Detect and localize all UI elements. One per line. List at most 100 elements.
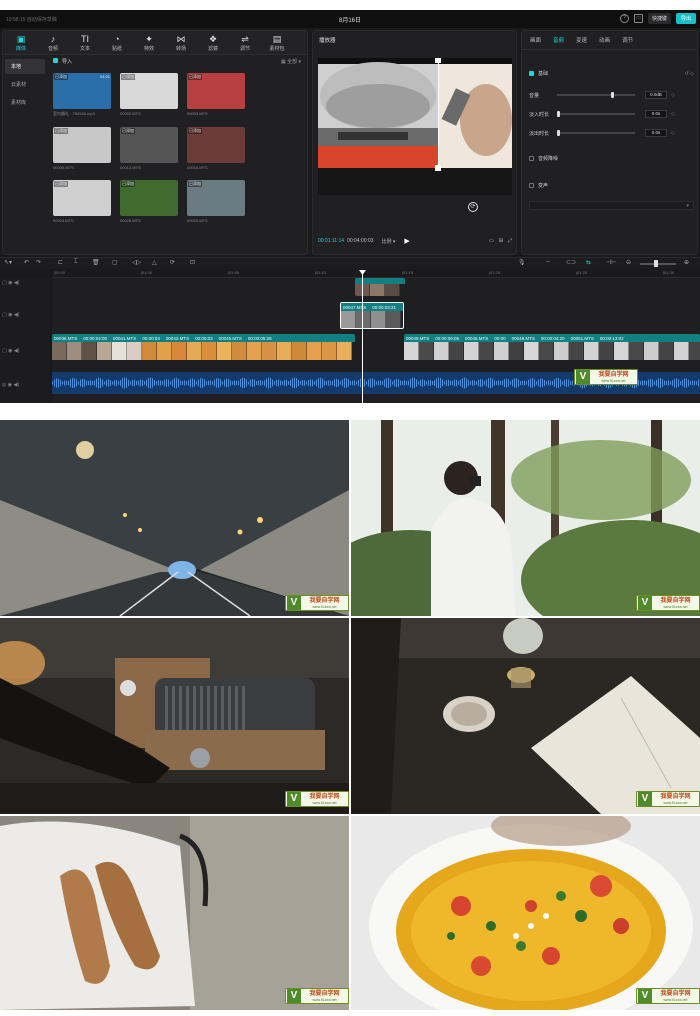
param-slider[interactable]: [557, 92, 635, 98]
toolbar-item[interactable]: ♪ 音频: [39, 33, 67, 52]
preview-video[interactable]: [318, 58, 512, 195]
media-thumbnail[interactable]: 已添加 00024.MTS: [53, 180, 115, 223]
link-icon[interactable]: ⇔: [545, 259, 551, 265]
warning-icon[interactable]: △: [152, 259, 157, 266]
inspector-tab[interactable]: 动画: [599, 36, 610, 44]
denoise-checkbox[interactable]: [529, 156, 534, 161]
inspector-tab[interactable]: 画面: [530, 36, 541, 44]
param-slider[interactable]: [557, 111, 635, 117]
layout-icon[interactable]: ▭: [633, 14, 643, 23]
inspector-tab[interactable]: 音频: [553, 36, 564, 44]
param-value[interactable]: 0.0dB: [645, 91, 667, 99]
voice-select[interactable]: ▾: [529, 201, 694, 210]
media-thumbnail[interactable]: 已添加 00029.MTS: [187, 180, 249, 223]
thumbnail-name: 00003.MTS: [187, 111, 208, 116]
denoise-row[interactable]: 音频降噪: [529, 155, 694, 162]
media-thumbnail[interactable]: 已添加 00002.MTS: [120, 73, 182, 117]
import-row[interactable]: 导入: [53, 58, 72, 65]
ratio-dropdown[interactable]: 比例 ▾: [381, 238, 395, 245]
media-thumbnail[interactable]: 已添加 00012.MTS: [120, 127, 182, 170]
export-button[interactable]: 导出: [675, 13, 696, 24]
playhead[interactable]: [362, 272, 363, 403]
toolbar-item[interactable]: ▣ 媒体: [7, 33, 35, 52]
toolbar-item[interactable]: ⇌ 调节: [231, 33, 259, 52]
keyframe-icon[interactable]: ◇: [671, 111, 675, 117]
current-time: 00:01:11:14: [318, 238, 345, 244]
sort-dropdown[interactable]: ▦ 全部 ▾: [281, 58, 301, 65]
mirror-icon[interactable]: ◁▷: [132, 259, 141, 266]
clip-label: 00048.MTS: [511, 335, 535, 341]
param-value[interactable]: 0.0s: [645, 129, 667, 137]
fullscreen-icon[interactable]: ⤢: [508, 238, 512, 244]
sidebar-item[interactable]: 本地: [5, 59, 45, 74]
split-left-icon[interactable]: ⌶: [74, 259, 78, 266]
keyframe-icon[interactable]: ◇: [671, 92, 675, 98]
denoise-label: 音频降噪: [538, 156, 559, 162]
rotate-tool-icon[interactable]: ⟳: [170, 259, 175, 266]
zoom-in-icon[interactable]: ⊕: [684, 259, 689, 266]
track-controls-audio[interactable]: ◎ ◉ ◀): [2, 382, 19, 388]
timeline-ruler[interactable]: |00:00 |01:00 |01:05 |01:10 |01:15 |01:20 |01:…: [52, 269, 700, 278]
basic-section-header[interactable]: 基础 ↺ ◇: [529, 70, 694, 77]
thumbnail-name: 00026.MTS: [120, 218, 141, 223]
param-slider[interactable]: [557, 130, 635, 136]
main-clip-right[interactable]: 00048.MTS 00:00:06:05 00046.MTS 00:00 00048.…: [404, 334, 700, 363]
track-controls-1[interactable]: ▢ ◉ ◀): [2, 280, 19, 286]
split-tool-icon[interactable]: ⊏: [58, 259, 63, 266]
media-thumbnail[interactable]: 已添加 00003.MTS: [187, 73, 249, 117]
slider-knob[interactable]: [557, 130, 560, 136]
track-controls-main[interactable]: ▢ ◉ ◀): [2, 348, 19, 354]
media-thumbnail[interactable]: 已添加 04:01 室内婚礼 - 750526.mp3: [53, 73, 115, 117]
overlay-clip-selected[interactable]: 00047.MTS 00:00:03:21: [340, 302, 404, 329]
media-thumbnail[interactable]: 已添加 00016.MTS: [187, 127, 249, 170]
snap-icon[interactable]: ⇆: [586, 259, 591, 266]
toolbar-label: 音频: [47, 46, 58, 52]
clip-label: 00036.MTS: [54, 335, 78, 341]
freeze-icon[interactable]: ▢: [112, 259, 118, 266]
zoom-knob[interactable]: [654, 260, 658, 267]
reset-icon[interactable]: ↺ ◇: [685, 71, 694, 77]
redo-icon[interactable]: ↷: [36, 259, 41, 266]
select-tool-icon[interactable]: ↖▾: [4, 259, 12, 266]
play-icon[interactable]: ▶: [404, 237, 409, 245]
keyframe-icon[interactable]: ◇: [671, 130, 675, 136]
rotate-icon[interactable]: ⟳: [468, 202, 478, 212]
zoom-out-icon[interactable]: ⊖: [626, 259, 631, 266]
sidebar-item[interactable]: 素材库: [5, 95, 45, 110]
basic-checkbox[interactable]: [529, 71, 534, 76]
quality-icon[interactable]: ▭: [489, 238, 494, 244]
toolbar-item[interactable]: ✦ 特效: [135, 33, 163, 52]
toolbar-item[interactable]: TI 文本: [71, 33, 99, 52]
toolbar-icon: ▤: [272, 34, 282, 44]
inspector-tab[interactable]: 变速: [576, 36, 587, 44]
slider-knob[interactable]: [557, 111, 560, 117]
preview-axis-icon[interactable]: ⊣⊢: [606, 259, 616, 266]
added-badge: 已添加: [188, 74, 202, 80]
undo-icon[interactable]: ↶: [24, 259, 29, 266]
sidebar-item[interactable]: 云素材: [5, 77, 45, 92]
delete-icon[interactable]: 🗑: [92, 259, 100, 266]
voice-chevron-icon: ▾: [686, 202, 689, 209]
voice-checkbox[interactable]: [529, 183, 534, 188]
slider-knob[interactable]: [611, 92, 614, 98]
player-panel: 播放器 ⟳ 00:01:11:14 00:04:00:03 比例 ▾ ▶ ▭ ⊞…: [312, 30, 517, 255]
toolbar-item[interactable]: ❖ 滤镜: [199, 33, 227, 52]
toolbar-item[interactable]: ▤ 素材包: [263, 33, 291, 52]
toolbar-item[interactable]: ◔ 贴纸: [103, 33, 131, 52]
track-controls-2[interactable]: ▢ ◉ ◀): [2, 312, 19, 318]
inspector-tab[interactable]: 调节: [622, 36, 633, 44]
media-thumbnail[interactable]: 已添加 00026.MTS: [120, 180, 182, 223]
shortcut-button[interactable]: 快捷键: [647, 13, 671, 24]
toolbar-item[interactable]: ⋈ 转场: [167, 33, 195, 52]
watermark-url: www.51zxw.net: [601, 378, 626, 383]
main-clip-left[interactable]: 00036.MTS 00:00:04:00 00041.MTS 00:00:03 000…: [52, 334, 355, 363]
param-value[interactable]: 0.0s: [645, 110, 667, 118]
split-icon[interactable]: ⊞: [499, 238, 503, 244]
crop-icon[interactable]: ⊡: [190, 259, 195, 266]
help-icon[interactable]: ?: [619, 14, 629, 23]
voice-row[interactable]: 变声: [529, 182, 694, 189]
mic-icon[interactable]: 🎙: [518, 259, 526, 266]
media-thumbnail[interactable]: 已添加 00005.MTS: [53, 127, 115, 170]
zoom-slider[interactable]: [640, 263, 676, 265]
magnet-icon[interactable]: ⊂⊃: [566, 259, 576, 266]
